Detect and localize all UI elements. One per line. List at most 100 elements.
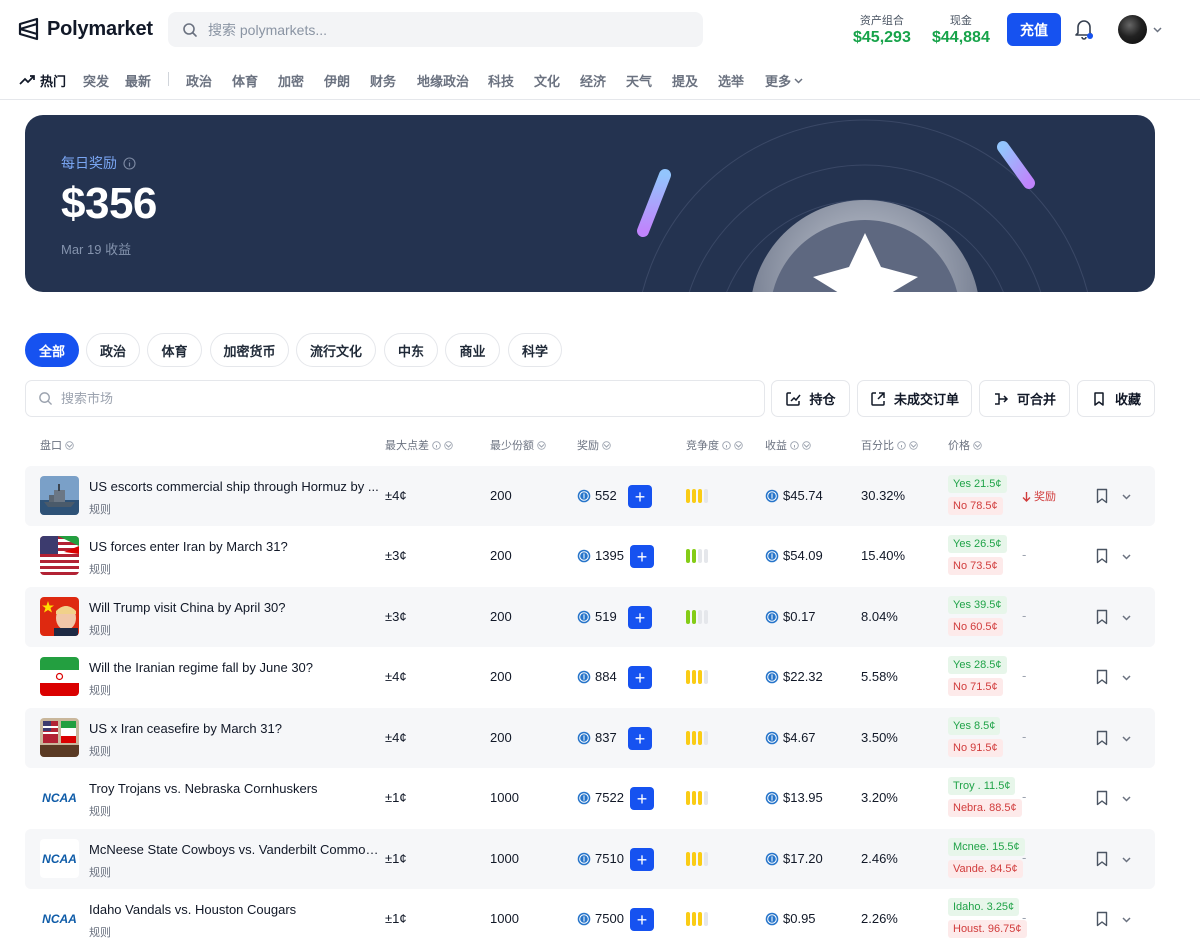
market-title[interactable]: Will Trump visit China by April 30?: [89, 600, 286, 615]
yes-price-button[interactable]: Idaho. 3.25¢: [948, 898, 1020, 916]
chevron-down-icon[interactable]: [1121, 612, 1132, 623]
pill-middle-east[interactable]: 中东: [384, 333, 438, 367]
pill-all[interactable]: 全部: [25, 333, 79, 367]
table-row[interactable]: Will the Iranian regime fall by June 30?…: [25, 647, 1155, 707]
avatar[interactable]: [1118, 15, 1147, 44]
nav-item-economy[interactable]: 经济: [580, 71, 606, 90]
add-reward-button[interactable]: +: [628, 727, 652, 750]
no-price-button[interactable]: Houst. 96.75¢: [948, 920, 1027, 938]
logo[interactable]: Polymarket: [18, 17, 153, 41]
nav-item-geopolitics[interactable]: 地缘政治: [417, 71, 469, 90]
cash-balance[interactable]: 现金 $44,884: [932, 12, 990, 47]
rules-link[interactable]: 规则: [89, 743, 111, 759]
no-price-button[interactable]: Vande. 84.5¢: [948, 860, 1023, 878]
nav-item-sports[interactable]: 体育: [232, 71, 258, 90]
market-thumbnail[interactable]: [40, 476, 79, 515]
pill-science[interactable]: 科学: [508, 333, 562, 367]
add-reward-button[interactable]: +: [628, 485, 652, 508]
col-min-shares[interactable]: 最少份额: [490, 437, 546, 453]
chevron-down-icon[interactable]: [1152, 24, 1163, 35]
market-thumbnail[interactable]: [40, 597, 79, 636]
market-thumbnail[interactable]: NCAA: [40, 839, 79, 878]
nav-item-tech[interactable]: 科技: [488, 71, 514, 90]
bookmark-icon[interactable]: [1095, 730, 1109, 746]
bookmark-icon[interactable]: [1095, 548, 1109, 564]
market-thumbnail[interactable]: [40, 718, 79, 757]
bookmark-icon[interactable]: [1095, 911, 1109, 927]
add-reward-button[interactable]: +: [630, 787, 654, 810]
add-reward-button[interactable]: +: [628, 606, 652, 629]
table-row[interactable]: US x Iran ceasefire by March 31? 规则 ±4¢ 200…: [25, 708, 1155, 768]
col-max-spread[interactable]: 最大点差: [385, 437, 453, 453]
nav-item-more[interactable]: 更多: [765, 71, 791, 90]
rules-link[interactable]: 规则: [89, 622, 111, 638]
yes-price-button[interactable]: Yes 39.5¢: [948, 596, 1007, 614]
mergeable-button[interactable]: 可合并: [979, 380, 1070, 417]
col-reward[interactable]: 奖励: [577, 437, 611, 453]
table-row[interactable]: US forces enter Iran by March 31? 规则 ±3¢ 20…: [25, 526, 1155, 586]
market-search-input[interactable]: [61, 391, 741, 406]
rules-link[interactable]: 规则: [89, 501, 111, 517]
nav-item-breaking[interactable]: 突发: [83, 71, 109, 90]
market-search[interactable]: [25, 380, 765, 417]
market-thumbnail[interactable]: NCAA: [40, 778, 79, 817]
col-market[interactable]: 盘口: [40, 437, 74, 453]
deposit-button[interactable]: 充值: [1007, 13, 1061, 46]
bookmark-icon[interactable]: [1095, 790, 1109, 806]
add-reward-button[interactable]: +: [628, 666, 652, 689]
nav-item-crypto[interactable]: 加密: [278, 71, 304, 90]
rules-link[interactable]: 规则: [89, 682, 111, 698]
nav-item-mentions[interactable]: 提及: [672, 71, 698, 90]
market-title[interactable]: Troy Trojans vs. Nebraska Cornhuskers: [89, 781, 318, 796]
nav-item-new[interactable]: 最新: [125, 71, 151, 90]
no-price-button[interactable]: Nebra. 88.5¢: [948, 799, 1022, 817]
search-input[interactable]: [208, 21, 688, 38]
rules-link[interactable]: 规则: [89, 864, 111, 880]
no-price-button[interactable]: No 60.5¢: [948, 618, 1003, 636]
yes-price-button[interactable]: Troy . 11.5¢: [948, 777, 1016, 795]
chevron-down-icon[interactable]: [1121, 491, 1132, 502]
market-thumbnail[interactable]: [40, 536, 79, 575]
rules-link[interactable]: 规则: [89, 561, 111, 577]
nav-item-iran[interactable]: 伊朗: [324, 71, 350, 90]
market-thumbnail[interactable]: [40, 657, 79, 696]
yes-price-button[interactable]: Mcnee. 15.5¢: [948, 838, 1025, 856]
bookmark-icon[interactable]: [1095, 851, 1109, 867]
nav-item-politics[interactable]: 政治: [186, 71, 212, 90]
bookmark-icon[interactable]: [1095, 669, 1109, 685]
yes-price-button[interactable]: Yes 28.5¢: [948, 656, 1007, 674]
no-price-button[interactable]: No 71.5¢: [948, 678, 1003, 696]
table-row[interactable]: NCAA Troy Trojans vs. Nebraska Cornhusker…: [25, 768, 1155, 828]
yes-price-button[interactable]: Yes 21.5¢: [948, 475, 1007, 493]
info-icon[interactable]: [123, 156, 136, 170]
pill-pop-culture[interactable]: 流行文化: [296, 333, 376, 367]
table-row[interactable]: NCAA Idaho Vandals vs. Houston Cougars 规则 ±…: [25, 889, 1155, 949]
no-price-button[interactable]: No 78.5¢: [948, 497, 1003, 515]
chevron-down-icon[interactable]: [1121, 733, 1132, 744]
rules-link[interactable]: 规则: [89, 924, 111, 940]
pill-politics[interactable]: 政治: [86, 333, 140, 367]
col-percent[interactable]: 百分比: [861, 437, 918, 453]
market-title[interactable]: US x Iran ceasefire by March 31?: [89, 721, 282, 736]
chevron-down-icon[interactable]: [1121, 793, 1132, 804]
table-row[interactable]: NCAA McNeese State Cowboys vs. Vanderbilt…: [25, 829, 1155, 889]
no-price-button[interactable]: No 73.5¢: [948, 557, 1003, 575]
yes-price-button[interactable]: Yes 26.5¢: [948, 535, 1007, 553]
col-earnings[interactable]: 收益: [765, 437, 811, 453]
market-title[interactable]: Idaho Vandals vs. Houston Cougars: [89, 902, 296, 917]
market-title[interactable]: Will the Iranian regime fall by June 30?: [89, 660, 313, 675]
no-price-button[interactable]: No 91.5¢: [948, 739, 1003, 757]
nav-item-elections[interactable]: 选举: [718, 71, 744, 90]
chevron-down-icon[interactable]: [793, 75, 804, 86]
table-row[interactable]: US escorts commercial ship through Hormu…: [25, 466, 1155, 526]
yes-price-button[interactable]: Yes 8.5¢: [948, 717, 1001, 735]
global-search[interactable]: [168, 12, 703, 47]
col-price[interactable]: 价格: [948, 437, 982, 453]
pill-business[interactable]: 商业: [445, 333, 500, 367]
favorites-button[interactable]: 收藏: [1077, 380, 1155, 417]
nav-item-hot[interactable]: 热门: [40, 71, 66, 90]
nav-item-finance[interactable]: 财务: [370, 71, 396, 90]
chevron-down-icon[interactable]: [1121, 914, 1132, 925]
nav-item-culture[interactable]: 文化: [534, 71, 560, 90]
pill-sports[interactable]: 体育: [147, 333, 202, 367]
